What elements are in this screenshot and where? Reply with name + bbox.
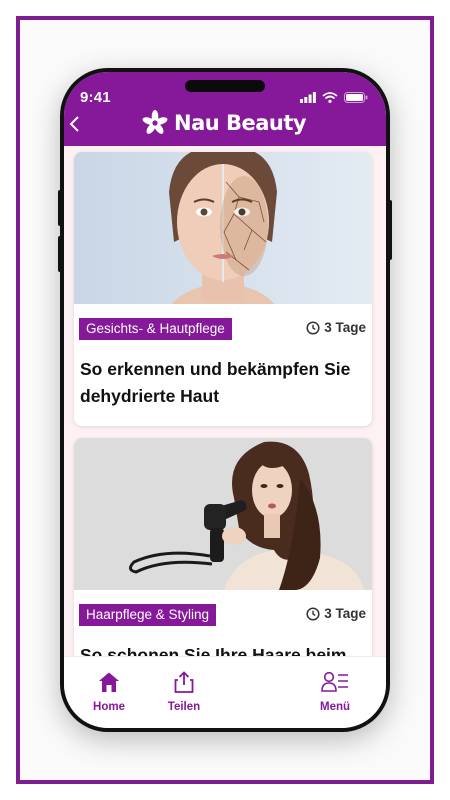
wifi-icon bbox=[322, 92, 338, 103]
phone-screen: 9:41 Nau Beauty Gesichts- & Hautpflege 3… bbox=[64, 72, 386, 728]
status-icons bbox=[300, 92, 368, 103]
tab-menu-label: Menü bbox=[319, 701, 351, 713]
article-image bbox=[74, 438, 372, 590]
clock-icon bbox=[306, 320, 320, 335]
age-text: 3 Tage bbox=[324, 606, 366, 621]
home-icon bbox=[99, 672, 119, 692]
category-tag[interactable]: Gesichts- & Hautpflege bbox=[79, 318, 232, 340]
category-tag[interactable]: Haarpflege & Styling bbox=[79, 604, 217, 626]
article-card[interactable]: Haarpflege & Styling 3 Tage So schonen S… bbox=[74, 438, 372, 656]
tab-home[interactable]: Home bbox=[74, 671, 144, 713]
article-age: 3 Tage bbox=[306, 606, 366, 621]
status-time: 9:41 bbox=[80, 89, 111, 106]
article-image bbox=[74, 152, 372, 304]
brand-logo: Nau Beauty bbox=[142, 110, 307, 136]
article-age: 3 Tage bbox=[306, 320, 366, 335]
bottom-tab-bar: Home Teilen Menü bbox=[64, 656, 386, 728]
back-icon[interactable] bbox=[68, 114, 86, 134]
age-text: 3 Tage bbox=[324, 320, 366, 335]
article-title[interactable]: So schonen Sie Ihre Haare beim bbox=[80, 642, 366, 656]
menu-icon bbox=[321, 671, 348, 692]
tab-menu[interactable]: Menü bbox=[300, 671, 370, 713]
clock-icon bbox=[306, 606, 320, 621]
dynamic-island bbox=[185, 80, 265, 92]
signal-icon bbox=[300, 92, 316, 103]
share-icon bbox=[174, 671, 194, 693]
article-meta: Gesichts- & Hautpflege 3 Tage bbox=[79, 318, 366, 340]
article-feed[interactable]: Gesichts- & Hautpflege 3 Tage So erkenne… bbox=[64, 146, 386, 656]
brand-name: Nau Beauty bbox=[174, 111, 307, 135]
flower-logo-icon bbox=[142, 110, 168, 134]
tab-share[interactable]: Teilen bbox=[149, 671, 219, 713]
volume-down-button bbox=[58, 236, 62, 272]
article-meta: Haarpflege & Styling 3 Tage bbox=[79, 604, 366, 626]
volume-up-button bbox=[58, 190, 62, 226]
article-card[interactable]: Gesichts- & Hautpflege 3 Tage So erkenne… bbox=[74, 152, 372, 426]
tab-share-label: Teilen bbox=[167, 701, 201, 713]
tab-home-label: Home bbox=[93, 701, 125, 713]
power-button bbox=[388, 200, 392, 260]
battery-icon bbox=[344, 92, 368, 103]
article-title[interactable]: So erkennen und bekämpfen Sie dehydriert… bbox=[80, 356, 366, 410]
